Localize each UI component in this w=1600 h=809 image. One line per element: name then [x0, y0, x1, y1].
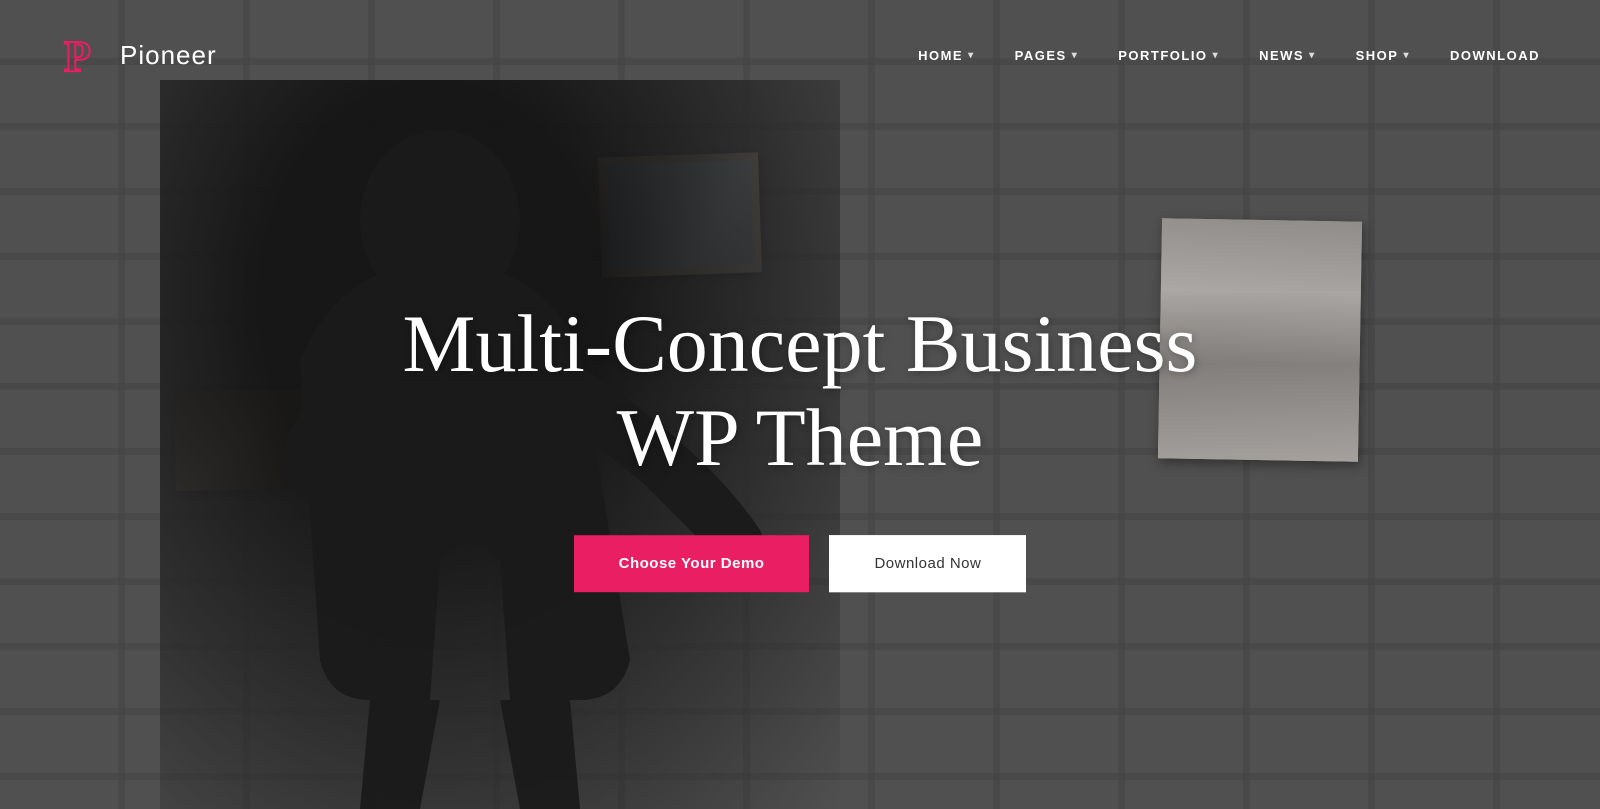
navbar: P Pioneer HOME ▾ PAGES ▾ PORTFOLIO ▾ NEW… [0, 0, 1600, 110]
hero-content: Multi-Concept Business WP Theme Choose Y… [350, 297, 1250, 593]
hero-title: Multi-Concept Business WP Theme [350, 297, 1250, 486]
nav-news[interactable]: NEWS ▾ [1259, 48, 1316, 63]
nav-home[interactable]: HOME ▾ [918, 48, 975, 63]
chevron-down-icon: ▾ [1213, 50, 1220, 61]
nav-download[interactable]: DOWNLOAD [1450, 48, 1540, 63]
nav-shop[interactable]: SHOP ▾ [1356, 48, 1410, 63]
nav-links: HOME ▾ PAGES ▾ PORTFOLIO ▾ NEWS ▾ SHOP ▾… [918, 48, 1540, 63]
logo-text: Pioneer [120, 40, 217, 71]
chevron-down-icon: ▾ [1072, 50, 1079, 61]
chevron-down-icon: ▾ [1309, 50, 1316, 61]
svg-text:P: P [64, 32, 91, 79]
hero-buttons: Choose Your Demo Download Now [350, 535, 1250, 592]
chevron-down-icon: ▾ [1403, 50, 1410, 61]
chevron-down-icon: ▾ [968, 50, 975, 61]
logo[interactable]: P Pioneer [60, 31, 217, 79]
nav-pages[interactable]: PAGES ▾ [1015, 48, 1079, 63]
logo-icon: P [60, 31, 108, 79]
nav-portfolio[interactable]: PORTFOLIO ▾ [1118, 48, 1219, 63]
choose-demo-button[interactable]: Choose Your Demo [574, 535, 810, 592]
download-now-button[interactable]: Download Now [829, 535, 1026, 592]
hero-section: P Pioneer HOME ▾ PAGES ▾ PORTFOLIO ▾ NEW… [0, 0, 1600, 809]
